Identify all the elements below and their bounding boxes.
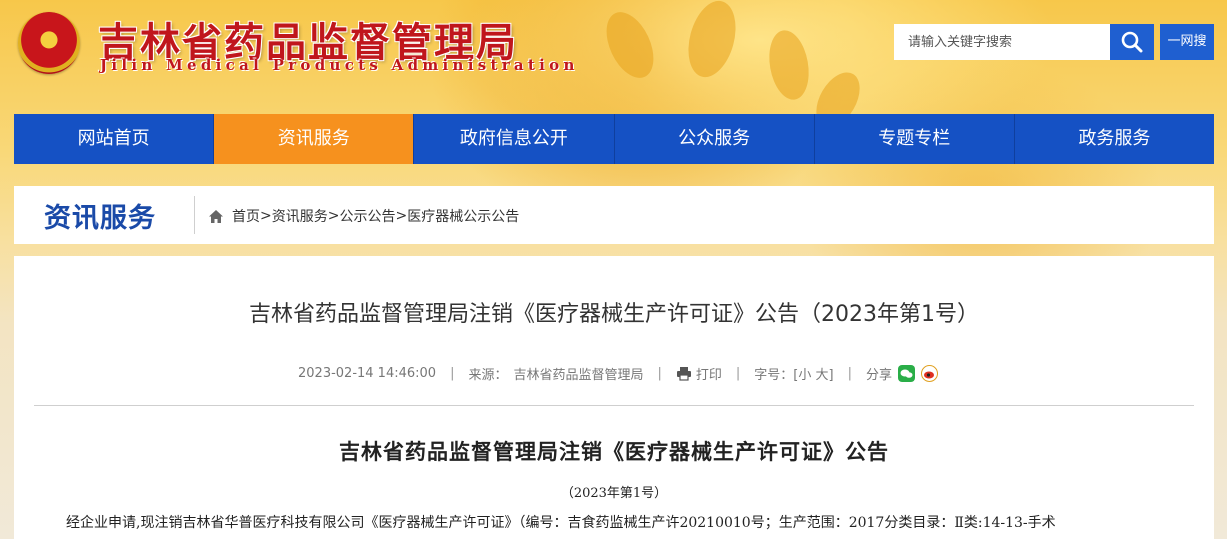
search-button[interactable] <box>1110 24 1154 60</box>
document-number: （2023年第1号） <box>560 486 668 501</box>
section-title: 资讯服务 <box>44 203 156 234</box>
nav-item-home[interactable]: 网站首页 <box>14 114 215 164</box>
search-input[interactable] <box>894 24 1110 60</box>
share-label: 分享 <box>865 368 892 383</box>
breadcrumb-separator: > <box>395 208 408 224</box>
breadcrumb-bar: 资讯服务 首页 > 资讯服务 > 公示公告 > 医疗器械公示公告 <box>14 186 1214 244</box>
wechat-share-icon[interactable] <box>897 365 915 382</box>
document-body: 经企业申请,现注销吉林省华普医疗科技有限公司《医疗器械生产许可证》（编号：吉食药… <box>66 515 1056 531</box>
breadcrumb-news-services[interactable]: 资讯服务 <box>272 206 328 226</box>
search-icon <box>1121 31 1143 53</box>
weibo-share-icon[interactable] <box>920 365 938 382</box>
nav-item-gov-services[interactable]: 政务服务 <box>1015 114 1214 164</box>
main-nav: 网站首页 资讯服务 政府信息公开 公众服务 专题专栏 政务服务 <box>14 114 1214 164</box>
nav-item-special-topics[interactable]: 专题专栏 <box>815 114 1015 164</box>
net-search-button[interactable]: 一网搜 <box>1160 24 1214 60</box>
breadcrumb-separator: > <box>260 208 272 224</box>
divider <box>34 405 1194 406</box>
printer-icon <box>676 367 691 381</box>
breadcrumb-separator: > <box>327 208 340 224</box>
national-emblem-logo <box>18 12 80 74</box>
home-icon <box>209 209 223 223</box>
document-title: 吉林省药品监督管理局注销《医疗器械生产许可证》公告 <box>339 439 889 464</box>
source-value: 吉林省药品监督管理局 <box>513 368 644 383</box>
publish-date: 2023-02-14 14:46:00 <box>298 366 437 381</box>
breadcrumb-home[interactable]: 首页 <box>232 206 260 226</box>
breadcrumb: 首页 > 资讯服务 > 公示公告 > 医疗器械公示公告 <box>208 206 519 226</box>
nav-item-news-services[interactable]: 资讯服务 <box>214 114 415 164</box>
article-panel: 吉林省药品监督管理局注销《医疗器械生产许可证》公告（2023年第1号） 2023… <box>14 256 1214 539</box>
article-meta: 2023-02-14 14:46:00 | 来源： 吉林省药品监督管理局 | 打… <box>298 364 938 383</box>
font-size-control[interactable]: 字号：[小 大] <box>754 364 833 383</box>
nav-item-gov-info[interactable]: 政府信息公开 <box>414 114 615 164</box>
print-button[interactable]: 打印 <box>676 364 722 383</box>
site-subtitle: Jilin Medical Products Administration <box>100 56 579 74</box>
breadcrumb-device-announcements[interactable]: 医疗器械公示公告 <box>407 206 519 226</box>
article-title: 吉林省药品监督管理局注销《医疗器械生产许可证》公告（2023年第1号） <box>249 302 979 327</box>
nav-item-public-services[interactable]: 公众服务 <box>615 114 815 164</box>
divider <box>194 196 195 234</box>
breadcrumb-announcements[interactable]: 公示公告 <box>339 206 395 226</box>
source-label: 来源： <box>468 368 508 383</box>
print-label: 打印 <box>695 368 722 383</box>
